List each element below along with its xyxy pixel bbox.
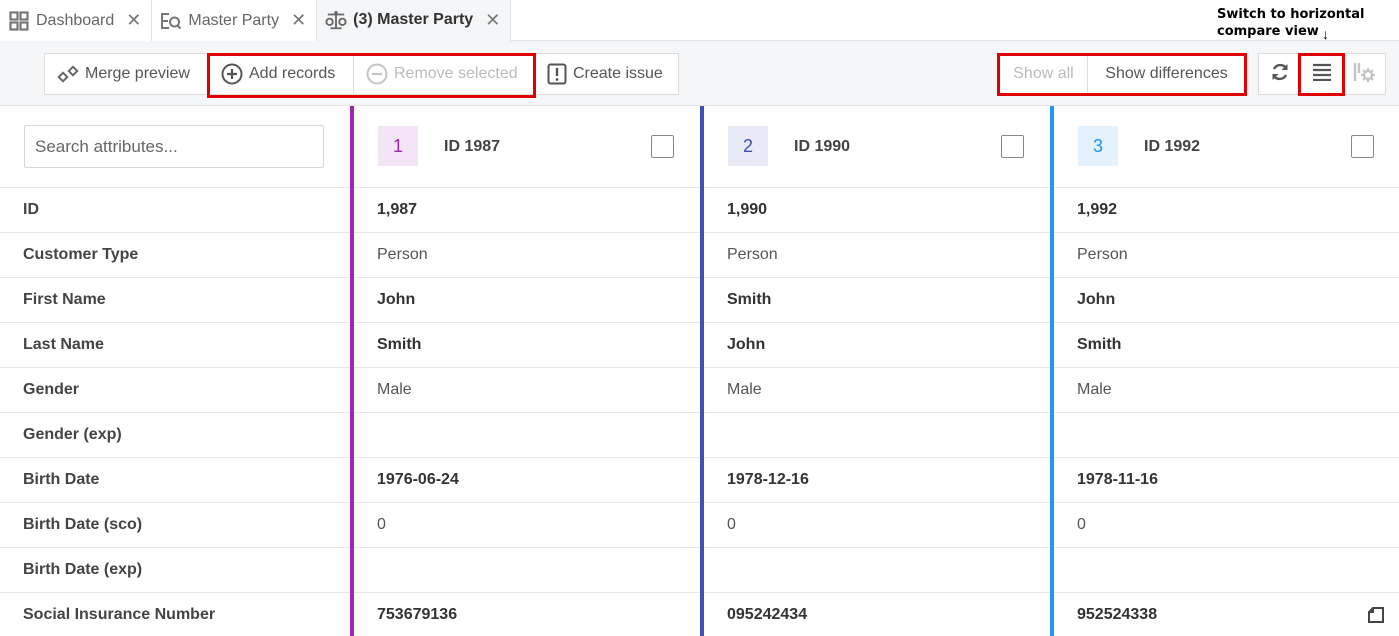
horizontal-compare-view-button[interactable] (1301, 54, 1343, 94)
attribute-value: 1,990 (727, 201, 768, 218)
annotation-text: Switch to horizontal compare view (1217, 6, 1364, 40)
create-issue-button[interactable]: Create issue (535, 54, 678, 94)
refresh-icon (1269, 61, 1291, 88)
entity-search-icon (160, 10, 182, 32)
attribute-value: 095242434 (727, 606, 808, 623)
record-index-badge: 3 (1078, 126, 1118, 166)
remove-selected-label: Remove selected (394, 65, 518, 82)
attribute-label: Birth Date (23, 471, 100, 488)
record-select-checkbox[interactable] (1351, 135, 1374, 158)
dashboard-grid-icon (8, 10, 30, 32)
attribute-value: 0 (727, 516, 736, 533)
copy-value-icon[interactable] (1367, 606, 1385, 629)
column-settings-icon (1353, 62, 1375, 87)
attribute-label: Gender (exp) (23, 426, 122, 443)
merge-preview-icon (57, 65, 79, 83)
record-color-bar (700, 106, 704, 636)
close-tab-icon[interactable]: ✕ (485, 10, 500, 31)
diff-filter-group: Show all Show differences (999, 53, 1246, 95)
refresh-button[interactable] (1259, 54, 1301, 94)
record-select-checkbox[interactable] (1001, 135, 1024, 158)
tab-label: Master Party (188, 11, 280, 29)
attribute-value: 1,992 (1077, 201, 1118, 218)
exclamation-box-icon (547, 63, 567, 85)
view-options-group (1258, 53, 1386, 95)
record-color-bar (350, 106, 354, 636)
tab-label: Dashboard (36, 11, 115, 29)
record-color-bar (1050, 106, 1054, 636)
annotation-arrow-icon: ↓ (1322, 26, 1329, 42)
tab-compare-master-party[interactable]: (3) Master Party ✕ (317, 0, 512, 41)
tab-bar: Dashboard ✕ Master Party ✕ (3) Master Pa… (0, 0, 1399, 41)
show-differences-label: Show differences (1105, 65, 1228, 82)
show-differences-button[interactable]: Show differences (1088, 54, 1245, 94)
create-issue-label: Create issue (573, 65, 663, 82)
attribute-value: John (727, 336, 766, 353)
attribute-value: 952524338 (1077, 606, 1158, 623)
attribute-label: Birth Date (exp) (23, 561, 143, 578)
attribute-value: 1976-06-24 (377, 471, 459, 488)
remove-selected-button[interactable]: Remove selected (354, 54, 535, 94)
add-records-button[interactable]: Add records (209, 54, 354, 94)
attribute-label: Social Insurance Number (23, 606, 216, 623)
attribute-label: ID (23, 201, 39, 218)
attribute-value: 0 (1077, 516, 1086, 533)
attribute-value: 1978-12-16 (727, 471, 809, 488)
attribute-value: Male (727, 381, 762, 398)
attribute-value: Male (377, 381, 412, 398)
merge-preview-button[interactable]: Merge preview (45, 54, 209, 94)
attribute-label: Customer Type (23, 246, 139, 263)
attribute-label: Last Name (23, 336, 104, 353)
record-title: ID 1992 (1144, 138, 1201, 155)
attribute-value: 0 (377, 516, 386, 533)
horizontal-lines-icon (1312, 63, 1332, 86)
tab-label: (3) Master Party (353, 11, 474, 28)
action-button-group: Merge preview Add records Remove selecte… (44, 53, 679, 95)
plus-circle-icon (221, 63, 243, 85)
minus-circle-icon (366, 63, 388, 85)
attribute-value: John (377, 291, 416, 308)
attribute-value: Person (377, 246, 428, 263)
annotation-line: Switch to horizontal (1217, 7, 1365, 22)
attribute-value: John (1077, 291, 1116, 308)
tab-dashboard[interactable]: Dashboard ✕ (0, 0, 153, 41)
merge-preview-label: Merge preview (85, 65, 190, 82)
annotation-line: compare view (1217, 24, 1319, 39)
attribute-label: Birth Date (sco) (23, 516, 143, 533)
add-records-label: Add records (249, 65, 336, 82)
column-settings-button[interactable] (1343, 54, 1385, 94)
close-tab-icon[interactable]: ✕ (291, 10, 306, 31)
close-tab-icon[interactable]: ✕ (126, 10, 141, 31)
tab-master-party[interactable]: Master Party ✕ (152, 0, 318, 41)
show-all-label: Show all (1013, 65, 1074, 82)
attribute-value: Smith (727, 291, 772, 308)
attribute-value: 1978-11-16 (1077, 471, 1158, 488)
attribute-label: Gender (23, 381, 80, 398)
attribute-value: Smith (377, 336, 422, 353)
search-attributes-input[interactable] (24, 125, 324, 168)
attribute-value: Male (1077, 381, 1112, 398)
scale-compare-icon (325, 9, 347, 31)
record-title: ID 1990 (794, 138, 851, 155)
record-title: ID 1987 (444, 138, 501, 155)
record-index-badge: 1 (378, 126, 418, 166)
record-index-badge: 2 (728, 126, 768, 166)
show-all-button[interactable]: Show all (1000, 54, 1088, 94)
attribute-value: Smith (1077, 336, 1122, 353)
attribute-value: Person (727, 246, 778, 263)
toolbar: Merge preview Add records Remove selecte… (0, 41, 1399, 106)
record-select-checkbox[interactable] (651, 135, 674, 158)
attribute-value: Person (1077, 246, 1128, 263)
attribute-value: 1,987 (377, 201, 418, 218)
attribute-label: First Name (23, 291, 106, 308)
attribute-value: 753679136 (377, 606, 458, 623)
